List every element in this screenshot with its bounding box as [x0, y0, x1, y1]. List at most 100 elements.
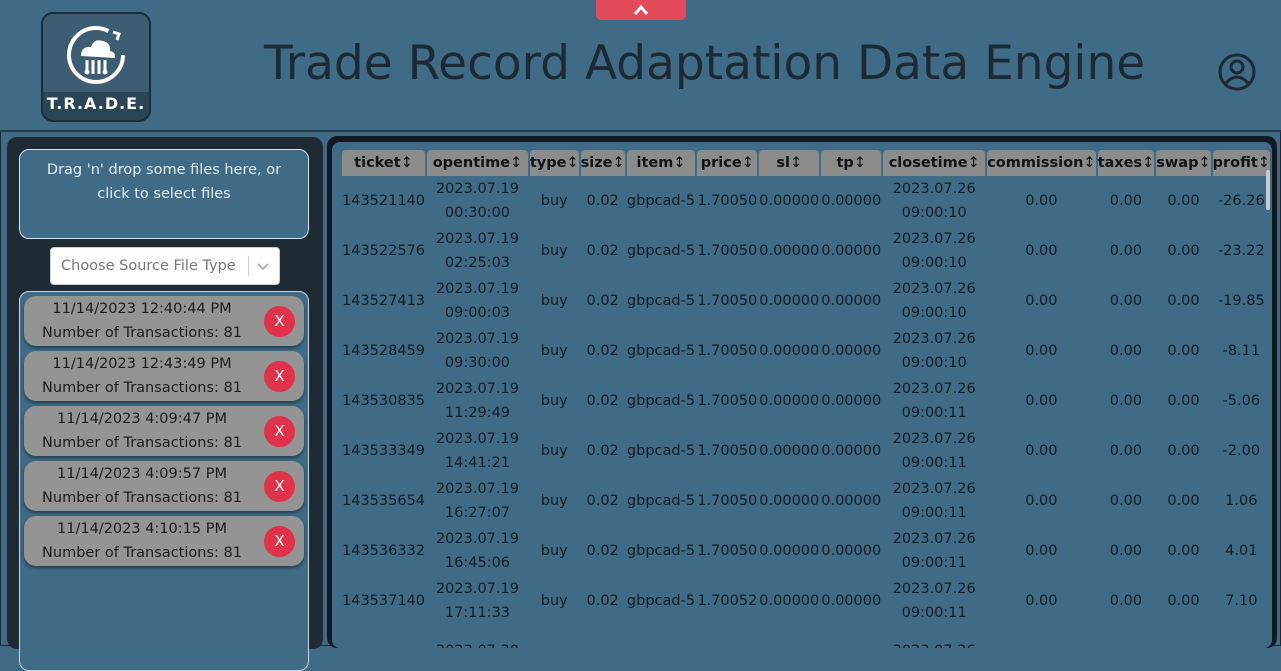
column-header-closetime[interactable]: closetime↕	[883, 150, 986, 176]
column-header-item[interactable]: item↕	[626, 150, 696, 176]
cell-close-time: 09:00:11	[901, 555, 967, 571]
table-row[interactable]: 143527413 2023.07.19 09:00:03 buy 0.02 gbpcad…	[342, 276, 1270, 326]
column-header-size[interactable]: size↕	[580, 150, 625, 176]
column-header-label: closetime	[888, 155, 968, 171]
uploaded-file-list: 11/14/2023 12:40:44 PM Number of Transact…	[19, 291, 309, 671]
column-header-ticket[interactable]: ticket↕	[342, 150, 426, 176]
cell-price: 1.70050	[697, 493, 758, 509]
cell-closetime: 2023.07.26 09:00:10	[883, 326, 985, 376]
remove-file-button[interactable]: X	[264, 471, 295, 502]
table-row[interactable]: 143522576 2023.07.19 02:25:03 buy 0.02 gbpcad…	[342, 226, 1270, 276]
cell-ticket: 143537140	[342, 593, 426, 609]
cell-size: 0.02	[586, 193, 619, 209]
cell-price	[697, 626, 757, 648]
cell-sl: 0.00000	[759, 443, 820, 459]
table-row[interactable]: 143521140 2023.07.19 00:30:00 buy 0.02 gbpcad…	[342, 176, 1270, 226]
cell-size: 0.02	[586, 343, 619, 359]
sort-icon: ↕	[789, 155, 803, 171]
uploaded-file-item[interactable]: 11/14/2023 12:40:44 PM Number of Transact…	[24, 296, 304, 346]
cell-open-time: 09:30:00	[444, 355, 511, 371]
cell-commission	[987, 626, 1095, 648]
cell-sl: 0.00000	[759, 343, 820, 359]
cell-item	[627, 626, 696, 648]
uploaded-file-item[interactable]: 11/14/2023 4:10:15 PM Number of Transacti…	[24, 516, 304, 566]
cell-opentime: 2023.07.19 16:27:07	[427, 476, 528, 526]
transactions-table-container[interactable]: ticket↕ opentime↕ type↕ size↕ item↕ price↕ sl↕…	[332, 142, 1272, 648]
column-header-label: item	[636, 155, 674, 171]
table-row[interactable]: 2023.07.20 2023.07.26	[342, 626, 1270, 648]
remove-file-button[interactable]: X	[264, 361, 295, 392]
remove-file-button[interactable]: X	[264, 306, 295, 337]
cell-price: 1.70050	[697, 343, 758, 359]
transactions-panel: ticket↕ opentime↕ type↕ size↕ item↕ price↕ sl↕…	[327, 136, 1277, 648]
table-row[interactable]: 143530835 2023.07.19 11:29:49 buy 0.02 gbpcad…	[342, 376, 1270, 426]
chevron-down-icon[interactable]	[255, 258, 271, 274]
remove-file-button[interactable]: X	[264, 526, 295, 557]
cell-ticket: 143536332	[342, 543, 426, 559]
uploaded-file-item[interactable]: 11/14/2023 12:43:49 PM Number of Transact…	[24, 351, 304, 401]
table-scrollbar[interactable]	[1266, 170, 1270, 210]
file-dropzone[interactable]: Drag 'n' drop some files here, or click …	[19, 149, 309, 239]
cell-type: buy	[540, 593, 568, 609]
cell-type: buy	[540, 493, 568, 509]
cell-price: 1.70050	[697, 193, 758, 209]
uploaded-file-item[interactable]: 11/14/2023 4:09:47 PM Number of Transacti…	[24, 406, 304, 456]
file-transaction-count: Number of Transactions: 81	[42, 380, 242, 396]
cell-open-time: 16:45:06	[444, 555, 511, 571]
column-header-price[interactable]: price↕	[697, 150, 758, 176]
table-row[interactable]: 143533349 2023.07.19 14:41:21 buy 0.02 gbpcad…	[342, 426, 1270, 476]
column-header-taxes[interactable]: taxes↕	[1097, 150, 1155, 176]
uploaded-file-item[interactable]: 11/14/2023 4:09:57 PM Number of Transacti…	[24, 461, 304, 511]
cell-sl: 0.00000	[759, 243, 820, 259]
cell-tp: 0.00000	[821, 443, 882, 459]
cell-price: 1.70050	[697, 243, 758, 259]
cell-profit: -8.11	[1222, 343, 1261, 359]
cell-open-date: 2023.07.19	[435, 231, 519, 247]
cell-sl: 0.00000	[759, 293, 820, 309]
cell-profit	[1213, 626, 1270, 648]
source-file-type-select[interactable]: Choose Source File Type	[50, 247, 280, 285]
table-row[interactable]: 143535654 2023.07.19 16:27:07 buy 0.02 gbpcad…	[342, 476, 1270, 526]
cell-ticket: 143535654	[342, 493, 426, 509]
cell-ticket: 143527413	[342, 293, 426, 309]
transactions-table: ticket↕ opentime↕ type↕ size↕ item↕ price↕ sl↕…	[340, 150, 1272, 648]
sort-icon: ↕	[1257, 155, 1270, 171]
cell-price: 1.70050	[697, 543, 758, 559]
cell-open-date: 2023.07.19	[435, 381, 519, 397]
table-row[interactable]: 143536332 2023.07.19 16:45:06 buy 0.02 gbpcad…	[342, 526, 1270, 576]
cell-profit: 4.01	[1225, 543, 1258, 559]
cell-item: gbpcad-5	[626, 193, 696, 209]
cell-ticket: 143522576	[342, 243, 426, 259]
cell-tp: 0.00000	[821, 493, 882, 509]
column-header-tp[interactable]: tp↕	[821, 150, 882, 176]
table-row[interactable]: 143528459 2023.07.19 09:30:00 buy 0.02 gbpcad…	[342, 326, 1270, 376]
user-account-icon[interactable]	[1217, 52, 1257, 92]
cell-open-time: 14:41:21	[444, 455, 511, 471]
table-row[interactable]: 143537140 2023.07.19 17:11:33 buy 0.02 gbpcad…	[342, 576, 1270, 626]
logo-text: T.R.A.D.E.	[46, 94, 146, 113]
cell-opentime: 2023.07.19 00:30:00	[427, 176, 528, 226]
collapse-header-button[interactable]	[596, 0, 686, 20]
remove-file-button[interactable]: X	[264, 416, 295, 447]
column-header-profit[interactable]: profit↕	[1212, 150, 1270, 176]
cell-sl: 0.00000	[759, 593, 820, 609]
column-header-commission[interactable]: commission↕	[987, 150, 1096, 176]
cell-type	[530, 626, 579, 648]
column-header-type[interactable]: type↕	[529, 150, 579, 176]
column-header-opentime[interactable]: opentime↕	[427, 150, 528, 176]
source-file-type-placeholder: Choose Source File Type	[61, 258, 236, 274]
cell-close-date: 2023.07.26	[892, 281, 976, 297]
cell-close-time: 09:00:10	[901, 205, 967, 221]
cell-commission: 0.00	[1025, 293, 1058, 309]
file-transaction-count: Number of Transactions: 81	[42, 490, 242, 506]
column-header-label: type	[529, 155, 567, 171]
cell-price: 1.70050	[697, 443, 758, 459]
cell-open-date: 2023.07.19	[435, 181, 519, 197]
cell-close-time: 09:00:11	[901, 405, 967, 421]
column-header-sl[interactable]: sl↕	[759, 150, 820, 176]
column-header-swap[interactable]: swap↕	[1156, 150, 1211, 176]
cell-opentime: 2023.07.19 17:11:33	[427, 576, 528, 626]
cell-sl: 0.00000	[759, 543, 820, 559]
cell-tp: 0.00000	[821, 343, 882, 359]
cell-ticket: 143533349	[342, 443, 426, 459]
